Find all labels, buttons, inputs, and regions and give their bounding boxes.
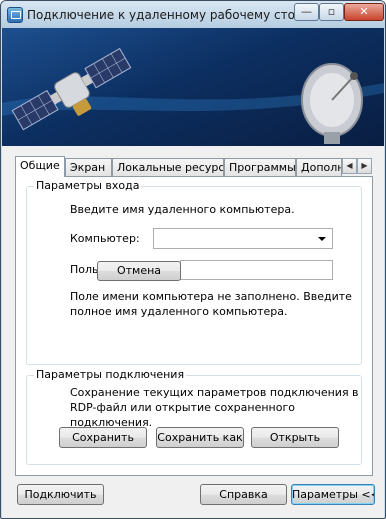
username-label: Поль (70, 263, 99, 276)
tab-display[interactable]: Экран (65, 158, 112, 176)
tab-panel-general: Параметры входа Введите имя удаленного к… (15, 176, 373, 476)
rdp-window: Подключение к удаленному рабочему сто...… (0, 0, 386, 519)
save-button[interactable]: Сохранить (59, 427, 147, 448)
window-title: Подключение к удаленному рабочему сто... (27, 8, 307, 22)
options-button[interactable]: Параметры << (291, 484, 375, 505)
connection-settings-group: Параметры подключения Сохранение текущих… (26, 368, 362, 465)
help-button[interactable]: Справка (200, 484, 287, 505)
remote-desktop-icon (7, 7, 23, 23)
maximize-button[interactable]: ▫ (319, 3, 344, 21)
minimize-button[interactable]: — (294, 3, 319, 21)
warning-text: Поле имени компьютера не заполнено. Введ… (70, 290, 352, 318)
tab-local-resources[interactable]: Локальные ресурсы (112, 158, 224, 176)
connection-settings-title: Параметры подключения (34, 368, 187, 381)
save-as-button[interactable]: Сохранить как (156, 427, 244, 448)
banner (2, 28, 384, 146)
computer-label: Компьютер: (70, 232, 140, 245)
satellite-dish-icon (301, 63, 363, 144)
banner-art (2, 47, 384, 144)
cancel-button[interactable]: Отмена (97, 261, 181, 281)
login-settings-group: Параметры входа Введите имя удаленного к… (26, 179, 362, 365)
computer-combobox[interactable] (153, 228, 333, 249)
tab-scroll-left-button[interactable]: ◀ (342, 158, 357, 174)
tab-scroll-right-button[interactable]: ▶ (357, 158, 372, 174)
tab-strip: Общие Экран Локальные ресурсы Программы … (15, 156, 375, 177)
tab-advanced[interactable]: Дополн (296, 158, 342, 176)
tab-general[interactable]: Общие (15, 156, 65, 177)
satellite-icon (11, 47, 132, 131)
connection-description: Сохранение текущих параметров подключени… (70, 386, 359, 429)
tab-programs[interactable]: Программы (224, 158, 296, 176)
open-button[interactable]: Открыть (251, 427, 339, 448)
login-prompt: Введите имя удаленного компьютера. (70, 203, 295, 216)
login-settings-title: Параметры входа (34, 179, 142, 192)
connect-button[interactable]: Подключить (17, 484, 104, 505)
chevron-down-icon[interactable] (318, 237, 326, 241)
username-field[interactable] (180, 260, 333, 280)
title-bar[interactable]: Подключение к удаленному рабочему сто...… (1, 1, 385, 28)
close-button[interactable]: ✕ (344, 3, 384, 21)
client-area: Общие Экран Локальные ресурсы Программы … (2, 146, 384, 518)
